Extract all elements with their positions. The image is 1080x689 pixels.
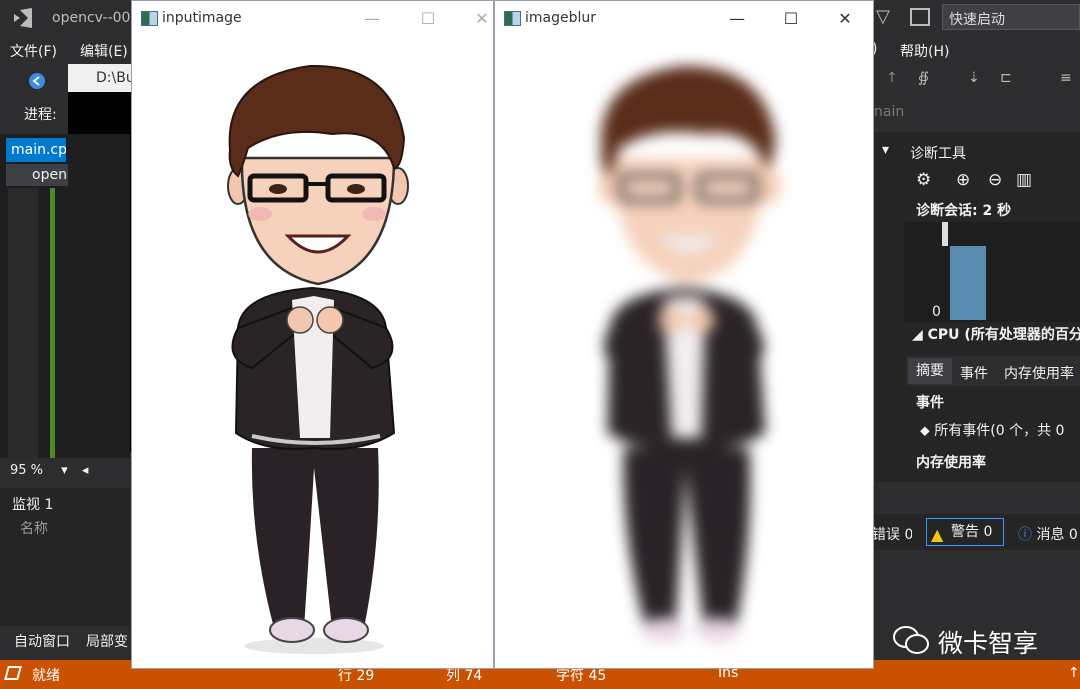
settings-gear-icon[interactable]: ⚙ — [916, 170, 931, 190]
cpu-usage-bar — [950, 246, 986, 320]
tab-events[interactable]: 事件 — [960, 363, 988, 383]
tab-locals[interactable]: 局部变 — [86, 631, 130, 651]
inputimage-canvas — [132, 38, 493, 668]
scroll-left-icon[interactable]: ◂ — [82, 463, 89, 478]
inputimage-titlebar[interactable]: inputimage — ☐ ✕ — [132, 1, 493, 37]
minimize-button[interactable]: — — [727, 9, 747, 29]
maximize-button[interactable]: ☐ — [781, 9, 801, 29]
tab-opencv-project[interactable]: open — [6, 164, 68, 186]
stack-frame-icon[interactable]: ⊏ — [1000, 70, 1012, 86]
watermark-text: 微卡智享 — [938, 629, 1039, 658]
zoom-out-icon[interactable]: ⊖ — [988, 170, 1002, 190]
all-events-row[interactable]: ⬥ 所有事件(0 个，共 0 — [920, 420, 1064, 440]
info-icon: ⓘ — [1018, 527, 1032, 543]
imageblur-title: imageblur — [525, 10, 597, 26]
inputimage-window[interactable]: inputimage — ☐ ✕ — [131, 0, 494, 669]
graph-axis-zero: 0 — [932, 304, 941, 320]
events-header: 事件 — [916, 395, 944, 411]
imageblur-canvas — [495, 38, 873, 668]
graph-marker — [942, 222, 948, 246]
back-nav-icon[interactable] — [28, 72, 46, 90]
tab-auto-window[interactable]: 自动窗口 — [14, 631, 70, 651]
watch-name-column: 名称 — [20, 521, 48, 537]
thread-name-fragment: nain — [874, 104, 905, 120]
messages-filter[interactable]: ⓘ 消息 0 — [1018, 524, 1078, 544]
editor-gutter — [8, 188, 38, 458]
process-label: 进程: — [24, 107, 57, 123]
warnings-filter[interactable]: ▲ 警告 0 — [926, 518, 1004, 546]
zoom-value: 95 % — [10, 463, 44, 478]
menu-file[interactable]: 文件(F) — [10, 41, 57, 61]
account-icon[interactable] — [910, 8, 930, 26]
status-icon — [4, 666, 22, 680]
zoom-level[interactable]: 95 % ▾ ◂ — [0, 458, 130, 484]
publish-icon[interactable]: ↑ — [1068, 665, 1080, 681]
close-button[interactable]: ✕ — [472, 9, 492, 29]
chevron-down-icon[interactable]: ▾ — [61, 463, 68, 478]
chevron-down-icon[interactable]: ▾ — [882, 142, 889, 158]
menu-edit[interactable]: 编辑(E) — [80, 41, 128, 61]
tab-memory-usage[interactable]: 内存使用率 — [1004, 363, 1074, 383]
close-button[interactable]: ✕ — [835, 9, 855, 29]
opencv-window-icon — [504, 11, 521, 26]
tab-summary[interactable]: 摘要 — [908, 358, 952, 384]
chart-icon[interactable]: ▥ — [1016, 170, 1032, 190]
diagnostics-title: 诊断工具 — [910, 146, 966, 162]
filter-icon[interactable]: ▽ — [876, 6, 890, 27]
tab-open-label: open — [32, 167, 67, 183]
diagnostic-session: 诊断会话: 2 秒 — [916, 203, 1012, 219]
inputimage-title: inputimage — [162, 10, 242, 26]
vs-window-title: opencv--00 — [52, 10, 131, 26]
errors-filter[interactable]: 错误 0 — [872, 524, 912, 544]
show-threads-icon[interactable]: ≡ — [1060, 70, 1072, 86]
warnings-count: 警告 0 — [951, 524, 993, 540]
quick-launch-box[interactable]: 快速启动 — [942, 4, 1080, 30]
tab-main-cpp[interactable]: main.cp — [6, 138, 66, 162]
imageblur-titlebar[interactable]: imageblur — ☐ ✕ — [495, 1, 873, 37]
cpu-label-text: CPU (所有处理器的百分 — [927, 327, 1080, 343]
opencv-window-icon — [141, 11, 158, 26]
events-diamond-icon: ⬥ — [920, 423, 930, 439]
all-events-text: 所有事件(0 个，共 0 — [934, 423, 1065, 439]
watermark: 微卡智享 — [888, 620, 1080, 660]
imageblur-window[interactable]: imageblur — ☐ ✕ — [494, 0, 874, 669]
blurred-cartoon-man-image — [599, 65, 780, 642]
messages-count: 消息 0 — [1036, 527, 1078, 543]
thread-icon[interactable]: ⇣ — [968, 70, 980, 86]
cpu-label: ◢ CPU (所有处理器的百分 — [912, 324, 1080, 344]
minimize-button[interactable]: — — [362, 9, 382, 29]
watch-title: 监视 1 — [12, 497, 54, 513]
wechat-logo-icon — [893, 626, 929, 654]
menu-help[interactable]: 帮助(H) — [900, 41, 949, 61]
visual-studio-logo-icon — [14, 8, 32, 28]
debug-console-titlebar[interactable]: D:\Bu — [68, 64, 132, 92]
status-ready: 就绪 — [32, 668, 60, 684]
quick-launch-placeholder: 快速启动 — [949, 12, 1005, 28]
hex-display-icon[interactable]: ∯ — [918, 70, 929, 86]
cpu-graph — [904, 222, 1080, 322]
maximize-button[interactable]: ☐ — [418, 9, 438, 29]
memory-header: 内存使用率 — [916, 455, 986, 471]
zoom-in-icon[interactable]: ⊕ — [956, 170, 970, 190]
cartoon-man-image — [227, 64, 409, 654]
warning-icon: ▲ — [931, 525, 944, 544]
debug-console-path: D:\Bu — [96, 70, 132, 86]
change-tracking-bar — [50, 188, 55, 458]
step-icon[interactable]: ↑ — [886, 70, 898, 86]
